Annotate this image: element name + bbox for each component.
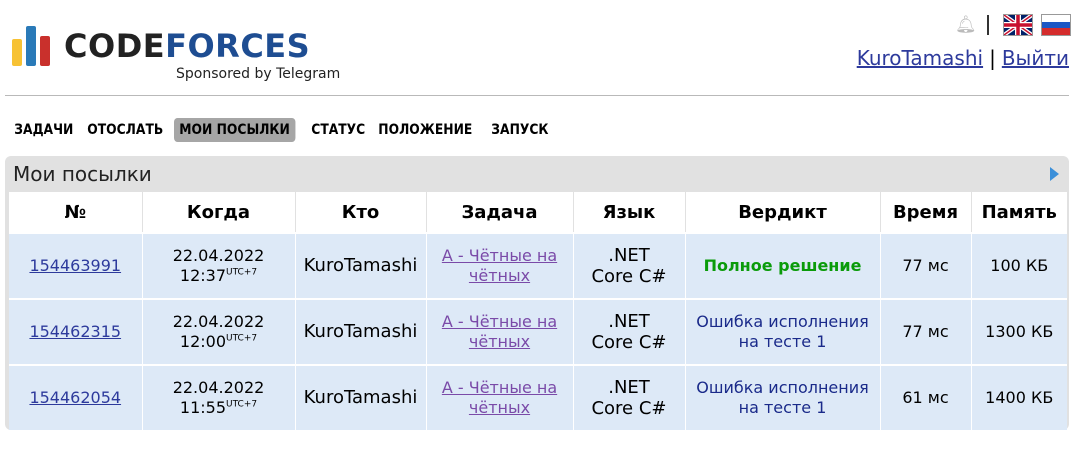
nav-submit[interactable]: ОТОСЛАТЬ [82,118,169,142]
submissions-panel: Мои посылки № Когда Кто Задача Язык Верд… [5,156,1069,430]
logo-bars-icon [12,24,64,66]
table-header-row: № Когда Кто Задача Язык Вердикт Время Па… [9,192,1067,233]
panel-title: Мои посылки [13,162,152,186]
ru-flag-icon[interactable] [1041,14,1071,36]
submission-author: KuroTamashi [295,298,427,365]
problem-link[interactable]: A - Чётные на чётных [442,378,557,417]
user-links-separator: | [989,46,996,70]
table-row: 154463991 22.04.2022 12:37UTC+7 KuroTamas… [9,232,1067,299]
submission-memory: 1300 КБ [971,298,1067,365]
submission-time: 77 мс [880,298,972,365]
col-header-problem: Задача [426,192,574,233]
col-header-when: Когда [142,192,296,233]
nav-status[interactable]: СТАТУС [306,118,370,142]
bell-icon[interactable]: 🔔︎ [955,15,977,35]
sponsor-text: Sponsored by Telegram [176,66,341,82]
submission-verdict[interactable]: Ошибка исполнения на тесте 1 [685,298,881,365]
col-header-language: Язык [573,192,686,233]
submission-language: .NET Core C# [573,232,686,299]
uk-flag-icon[interactable] [1003,14,1033,36]
problem-link[interactable]: A - Чётные на чётных [442,246,557,285]
expand-arrow-icon[interactable] [1050,167,1059,181]
profile-link[interactable]: KuroTamashi [857,46,983,70]
table-row: 154462054 22.04.2022 11:55UTC+7 KuroTamas… [9,364,1067,430]
submission-verdict[interactable]: Ошибка исполнения на тесте 1 [685,364,881,430]
col-header-id: № [9,192,143,233]
submission-verdict[interactable]: Полное решение [685,232,881,299]
submission-memory: 100 КБ [971,232,1067,299]
problem-link[interactable]: A - Чётные на чётных [442,312,557,351]
submission-author: KuroTamashi [295,232,427,299]
submission-when: 22.04.2022 11:55UTC+7 [142,364,296,430]
user-links: KuroTamashi | Выйти [857,46,1069,70]
nav-custom-invocation[interactable]: ЗАПУСК [486,118,554,142]
submission-time: 61 мс [880,364,972,430]
col-header-who: Кто [295,192,427,233]
submission-id-link[interactable]: 154462315 [29,322,121,341]
codeforces-logo[interactable]: CODEFORCES Sponsored by Telegram [12,24,357,86]
col-header-memory: Память [971,192,1067,233]
nav-standings[interactable]: ПОЛОЖЕНИЕ [373,118,478,142]
table-row: 154462315 22.04.2022 12:00UTC+7 KuroTamas… [9,298,1067,365]
submission-id-link[interactable]: 154462054 [29,388,121,407]
submission-language: .NET Core C# [573,298,686,365]
submission-time: 77 мс [880,232,972,299]
submission-language: .NET Core C# [573,364,686,430]
submission-when: 22.04.2022 12:00UTC+7 [142,298,296,365]
submission-id-link[interactable]: 154463991 [29,256,121,275]
header-icons: 🔔︎ [955,12,1071,38]
logout-link[interactable]: Выйти [1002,46,1069,70]
submission-when: 22.04.2022 12:37UTC+7 [142,232,296,299]
contest-nav: ЗАДАЧИ ОТОСЛАТЬ МОИ ПОСЫЛКИ СТАТУС ПОЛОЖ… [9,118,557,142]
nav-problems[interactable]: ЗАДАЧИ [9,118,79,142]
header-divider [5,95,1069,96]
submissions-table: № Когда Кто Задача Язык Вердикт Время Па… [9,192,1067,430]
nav-my-submissions[interactable]: МОИ ПОСЫЛКИ [174,118,296,142]
col-header-verdict: Вердикт [685,192,881,233]
divider [987,15,989,35]
col-header-time: Время [880,192,972,233]
submission-author: KuroTamashi [295,364,427,430]
logo-wordmark: CODEFORCES [64,27,311,65]
submission-memory: 1400 КБ [971,364,1067,430]
